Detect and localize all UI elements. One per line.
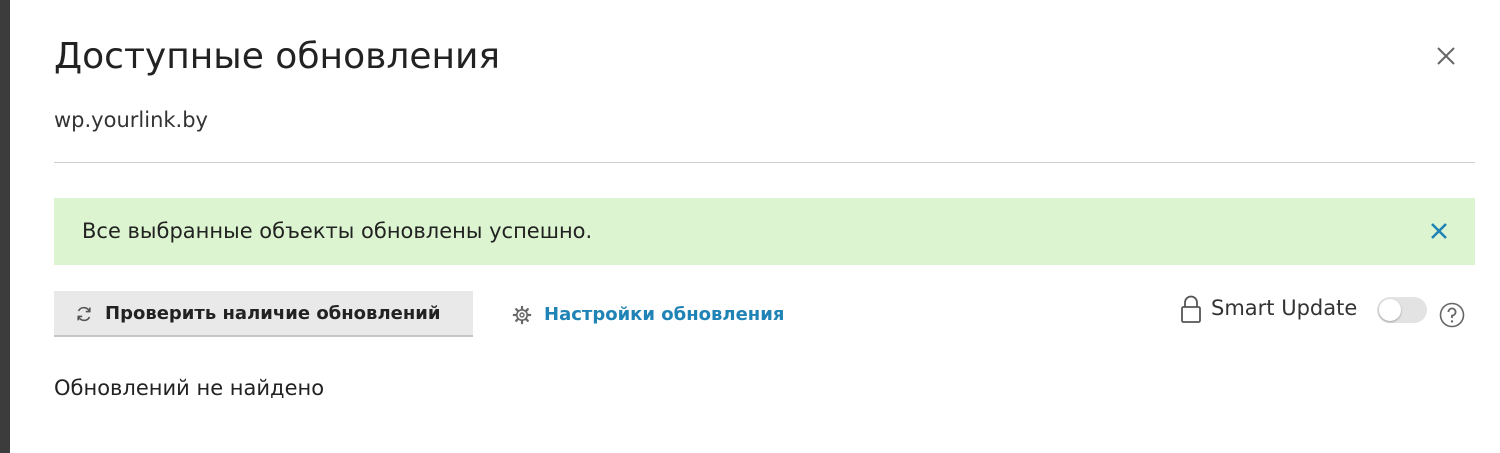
success-alert: Все выбранные объекты обновлены успешно.: [54, 198, 1475, 265]
close-icon: [1437, 47, 1455, 65]
smart-update-toggle[interactable]: [1377, 297, 1427, 323]
dialog-title: Доступные обновления: [54, 36, 501, 77]
close-icon: [1431, 223, 1447, 239]
help-icon: [1439, 302, 1465, 328]
header-divider: [54, 162, 1475, 163]
update-settings-label: Настройки обновления: [544, 304, 785, 325]
refresh-icon: [77, 306, 91, 322]
lock-icon: [1181, 295, 1201, 323]
no-updates-message: Обновлений не найдено: [54, 376, 325, 400]
check-updates-button[interactable]: Проверить наличие обновлений: [54, 291, 473, 337]
toggle-knob: [1379, 299, 1401, 321]
smart-update-label: Smart Update: [1211, 296, 1358, 320]
close-dialog-button[interactable]: [1430, 40, 1462, 72]
updates-dialog: Доступные обновления wp.yourlink.by Все …: [10, 0, 1500, 453]
alert-message: Все выбранные объекты обновлены успешно.: [82, 219, 593, 243]
domain-name: wp.yourlink.by: [54, 108, 208, 132]
left-window-edge: [0, 0, 10, 453]
check-updates-label: Проверить наличие обновлений: [105, 303, 441, 324]
alert-close-button[interactable]: [1428, 220, 1450, 242]
smart-update-help-button[interactable]: [1439, 302, 1465, 328]
gear-icon: [512, 305, 532, 325]
